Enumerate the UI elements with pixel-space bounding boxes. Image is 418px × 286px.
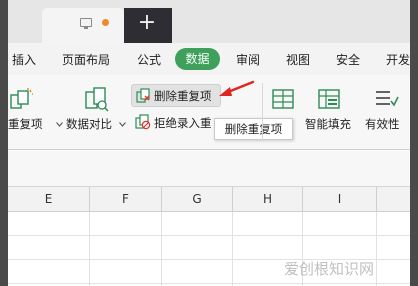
watermark: 爱创根知识网	[284, 260, 375, 278]
annotation-arrow-icon	[219, 80, 255, 96]
